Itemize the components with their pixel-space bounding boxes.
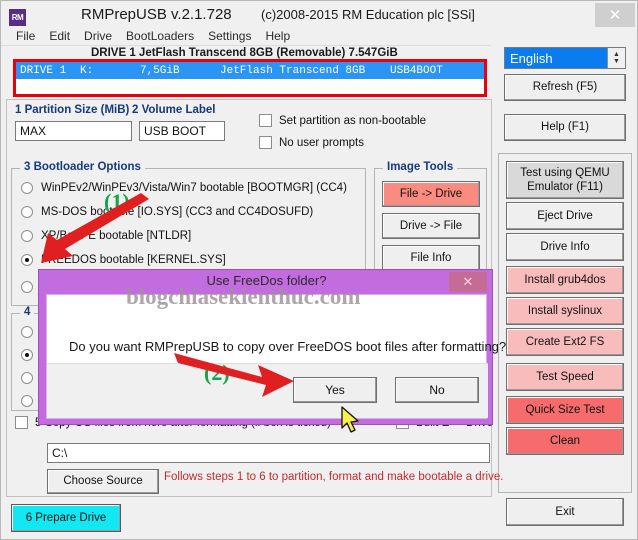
drive-list[interactable]: DRIVE 1 K: 7,5GiB JetFlash Transcend 8GB… <box>15 61 487 95</box>
choose-source-button[interactable]: Choose Source <box>47 469 159 494</box>
window-title: RMPrepUSB v.2.1.728 <box>81 6 232 23</box>
checkbox-icon <box>15 416 28 429</box>
partition-size-label: 1 Partition Size (MiB) <box>15 104 130 116</box>
close-icon[interactable]: ✕ <box>595 3 635 27</box>
language-selector[interactable]: English ▲ ▼ <box>504 47 626 69</box>
menu-item-bootloaders[interactable]: BootLoaders <box>119 28 201 44</box>
test-qemu-button[interactable]: Test using QEMU Emulator (F11) <box>506 161 624 199</box>
radio-icon <box>21 206 33 218</box>
radio-icon <box>21 182 33 194</box>
radio-icon <box>21 254 33 266</box>
steps-hint-text: Follows steps 1 to 6 to partition, forma… <box>164 471 504 483</box>
dialog-close-icon[interactable]: ✕ <box>449 272 487 292</box>
drive-info-button[interactable]: Drive Info <box>506 233 624 261</box>
menu-item-file[interactable]: File <box>9 28 42 44</box>
file-to-drive-button[interactable]: File -> Drive <box>382 181 480 207</box>
checkbox-non-bootable-label: Set partition as non-bootable <box>279 114 427 127</box>
radio-icon <box>21 326 33 338</box>
partition-size-input[interactable]: MAX <box>15 121 132 141</box>
drive-list-row[interactable]: DRIVE 1 K: 7,5GiB JetFlash Transcend 8GB… <box>16 62 486 79</box>
freedos-dialog: Use FreeDos folder? ✕ Do you want RMPrep… <box>38 269 506 425</box>
radio-icon <box>21 372 33 384</box>
spinner-icon[interactable]: ▲ ▼ <box>607 48 625 68</box>
radio-icon <box>21 349 33 361</box>
checkbox-no-user-prompts[interactable]: No user prompts <box>259 136 364 149</box>
rmprepusb-window: RM RMPrepUSB v.2.1.728 (c)2008-2015 RM E… <box>0 0 638 540</box>
menu-bar: File Edit Drive BootLoaders Settings Hel… <box>1 26 491 46</box>
bootloader-group-title: 3 Bootloader Options <box>20 161 145 173</box>
menu-item-drive[interactable]: Drive <box>77 28 119 44</box>
quick-size-test-button[interactable]: Quick Size Test <box>506 396 624 424</box>
radio-bartpe-label: XP/BartPE bootable [NTLDR] <box>41 230 192 242</box>
image-tools-title: Image Tools <box>383 161 458 173</box>
drive-model: JetFlash Transcend 8GB <box>220 64 366 77</box>
drive-header-text: DRIVE 1 JetFlash Transcend 8GB (Removabl… <box>91 47 398 59</box>
install-syslinux-button[interactable]: Install syslinux <box>506 297 624 325</box>
drive-number: DRIVE 1 <box>20 64 67 77</box>
test-speed-button[interactable]: Test Speed <box>506 363 624 391</box>
radio-winpe[interactable]: WinPEv2/WinPEv3/Vista/Win7 bootable [BOO… <box>21 182 347 194</box>
help-button[interactable]: Help (F1) <box>504 114 626 141</box>
clean-button[interactable]: Clean <box>506 427 624 455</box>
exit-button[interactable]: Exit <box>506 498 624 526</box>
create-ext2-button[interactable]: Create Ext2 FS <box>506 328 624 356</box>
install-grub4dos-button[interactable]: Install grub4dos <box>506 266 624 294</box>
filesystem-group-title: 4 <box>20 306 35 318</box>
checkbox-non-bootable[interactable]: Set partition as non-bootable <box>259 114 426 127</box>
drive-label: USB4BOOT <box>390 64 443 77</box>
volume-label-label: 2 Volume Label <box>132 104 216 116</box>
radio-msdos[interactable]: MS-DOS bootable [IO.SYS] (CC3 and CC4DOS… <box>21 206 313 218</box>
prepare-drive-button[interactable]: 6 Prepare Drive <box>11 504 121 532</box>
dialog-body: Do you want RMPrepUSB to copy over FreeD… <box>46 294 506 419</box>
drive-letter: K: <box>80 64 94 77</box>
radio-icon <box>21 230 33 242</box>
menu-item-settings[interactable]: Settings <box>201 28 258 44</box>
drive-to-file-button[interactable]: Drive -> File <box>382 213 480 239</box>
drive-size: 7,5GiB <box>140 64 180 77</box>
radio-winpe-label: WinPEv2/WinPEv3/Vista/Win7 bootable [BOO… <box>41 182 347 194</box>
refresh-button[interactable]: Refresh (F5) <box>504 74 626 101</box>
menu-item-edit[interactable]: Edit <box>42 28 77 44</box>
radio-icon <box>21 395 33 407</box>
radio-freedos[interactable]: FREEDOS bootable [KERNEL.SYS] <box>21 254 226 266</box>
app-logo-icon: RM <box>9 8 26 26</box>
file-info-button[interactable]: File Info <box>382 245 480 271</box>
annotation-step-2: (2) <box>204 360 230 385</box>
volume-label-input[interactable]: USB BOOT <box>139 121 225 141</box>
eject-drive-button[interactable]: Eject Drive <box>506 202 624 230</box>
radio-bartpe[interactable]: XP/BartPE bootable [NTLDR] <box>21 230 191 242</box>
menu-item-help[interactable]: Help <box>258 28 297 44</box>
copyright-text: (c)2008-2015 RM Education plc [SSi] <box>261 7 475 22</box>
radio-msdos-label: MS-DOS bootable [IO.SYS] (CC3 and CC4DOS… <box>41 206 314 218</box>
dialog-yes-button[interactable]: Yes <box>293 377 377 403</box>
dialog-message: Do you want RMPrepUSB to copy over FreeD… <box>69 339 507 354</box>
dialog-button-row: Yes No <box>47 363 488 418</box>
annotation-step-1: (1) <box>104 189 130 214</box>
checkbox-icon <box>259 136 272 149</box>
source-path-input[interactable]: C:\ <box>47 443 490 463</box>
language-value: English <box>510 50 553 66</box>
radio-freedos-label: FREEDOS bootable [KERNEL.SYS] <box>41 254 226 266</box>
dialog-no-button[interactable]: No <box>395 377 479 403</box>
checkbox-no-user-prompts-label: No user prompts <box>279 136 365 149</box>
radio-icon <box>21 281 33 293</box>
dialog-title: Use FreeDos folder? <box>206 273 327 288</box>
checkbox-icon <box>259 114 272 127</box>
